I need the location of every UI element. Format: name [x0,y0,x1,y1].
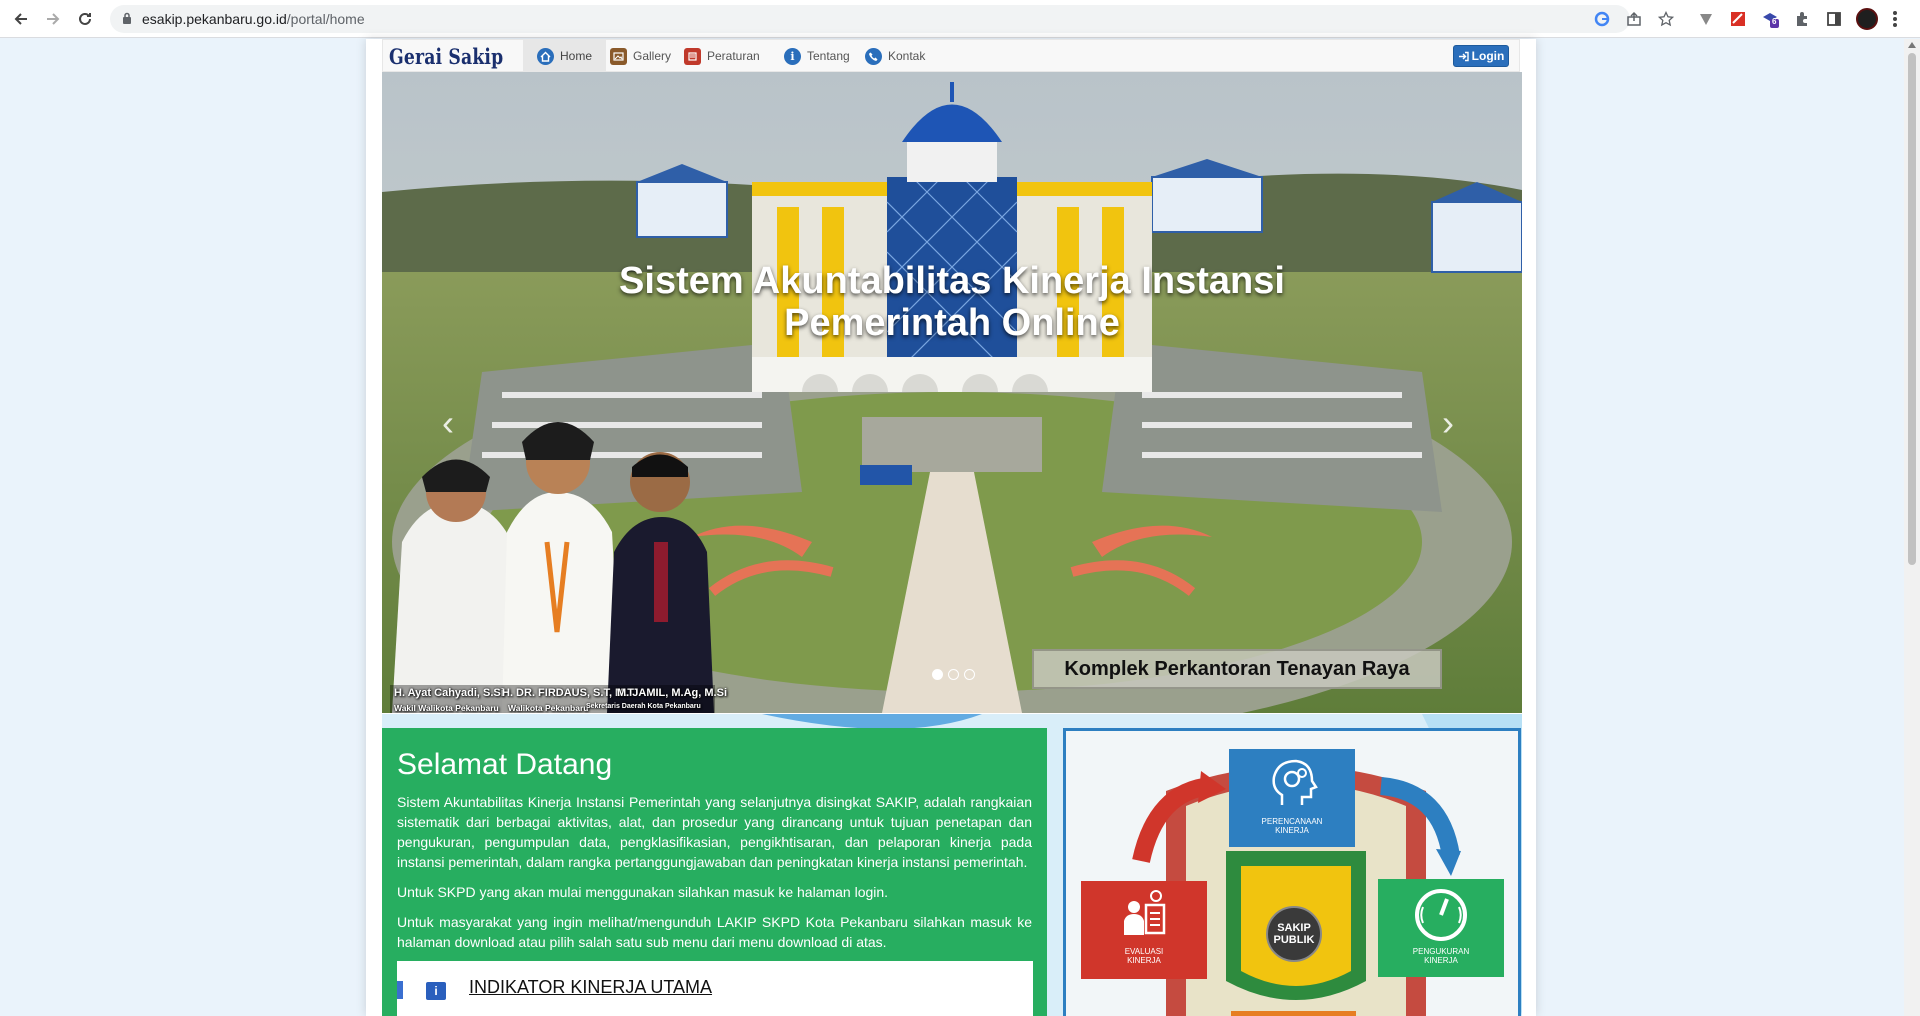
iku-accent-bar [397,981,403,999]
evaluation-icon [1124,890,1166,935]
info-icon: i [784,47,801,65]
officials-photo [392,422,714,713]
url-text: esakip.pekanbaru.go.id/portal/home [142,11,365,27]
gauge-icon [1415,889,1467,941]
carousel-title: Sistem Akuntabilitas Kinerja Instansi Pe… [382,260,1522,344]
carousel-indicator-2[interactable] [948,669,959,680]
planning-label: PERENCANAAN KINERJA [1261,817,1323,835]
nav-home-label: Home [560,49,593,63]
carousel-indicator-1[interactable] [932,669,943,680]
evaluation-label: EVALUASI KINERJA [1124,947,1164,965]
address-bar[interactable]: esakip.pekanbaru.go.id/portal/home [110,5,1674,33]
home-icon [537,47,554,65]
sakip-badge-line1: SAKIP [1277,922,1311,934]
page-container: Gerai Sakip Home Gallery Peraturan i Ten… [366,39,1536,1016]
carousel-title-line1: Sistem Akuntabilitas Kinerja Instansi [619,260,1285,302]
forward-button[interactable] [40,6,66,32]
welcome-paragraph-3: Untuk masyarakat yang ingin melihat/meng… [397,914,1032,950]
extension-red-icon[interactable] [1728,9,1748,29]
official-2-name: H. DR. FIRDAUS, S.T, M.T [502,687,634,699]
nav-peraturan[interactable]: Peraturan [670,40,774,72]
browser-toolbar: esakip.pekanbaru.go.id/portal/home 6 [0,0,1920,38]
welcome-heading: Selamat Datang [397,748,613,781]
measurement-tile[interactable]: PENGUKURAN KINERJA [1378,879,1504,977]
book-icon [684,47,701,65]
login-button[interactable]: Login [1453,45,1509,67]
nav-tentang-label: Tentang [807,49,850,63]
welcome-paragraph-1: Sistem Akuntabilitas Kinerja Instansi Pe… [397,794,1032,870]
sakip-cycle-diagram: PERENCANAAN KINERJA EVALUASI KINERJA PEN… [1063,728,1521,1016]
official-1-role: Wakil Walikota Pekanbaru [394,703,499,713]
login-label: Login [1471,49,1505,63]
reload-button[interactable] [72,6,98,32]
official-3-name: M. JAMIL, M.Ag, M.Si [617,687,727,699]
nav-peraturan-label: Peraturan [707,49,760,63]
measurement-label: PENGUKURAN KINERJA [1412,947,1470,965]
image-icon [610,47,627,65]
nav-home[interactable]: Home [523,40,607,72]
phone-icon [865,47,882,65]
sakip-publik-badge[interactable]: SAKIP PUBLIK [1266,906,1322,962]
sign-in-icon [1458,51,1469,61]
official-2-role: Walikota Pekanbaru [508,703,589,713]
nav-kontak[interactable]: Kontak [851,40,939,72]
url-host: esakip.pekanbaru.go.id [142,11,287,27]
planning-tile[interactable]: PERENCANAAN KINERJA [1229,749,1355,847]
hero-carousel: Sistem Akuntabilitas Kinerja Instansi Pe… [382,72,1522,713]
nav-tentang[interactable]: i Tentang [770,40,864,72]
url-path: /portal/home [286,11,365,27]
bookmark-star-icon[interactable] [1658,11,1674,27]
extension-badge-icon[interactable]: 6 [1760,9,1780,29]
info-icon: i [426,982,446,1000]
scrollbar-thumb[interactable] [1908,53,1916,565]
carousel-indicator-3[interactable] [964,669,975,680]
top-navbar: Gerai Sakip Home Gallery Peraturan i Ten… [382,39,1520,72]
nav-kontak-label: Kontak [888,49,926,63]
google-icon[interactable] [1594,11,1610,27]
brand-logo[interactable]: Gerai Sakip [389,44,503,69]
page-scrollbar[interactable] [1904,39,1920,1016]
extension-badge-count: 6 [1772,17,1777,26]
carousel-caption: Komplek Perkantoran Tenayan Raya [1032,649,1442,689]
puzzle-icon[interactable] [1792,9,1812,29]
carousel-prev-button[interactable]: ‹ [442,402,454,444]
welcome-paragraph-2: Untuk SKPD yang akan mulai menggunakan s… [397,884,889,900]
scroll-up-arrow[interactable] [1908,42,1916,48]
iku-panel: i INDIKATOR KINERJA UTAMA [397,961,1033,1016]
official-1-name: H. Ayat Cahyadi, S.Si [394,687,504,699]
back-button[interactable] [8,6,34,32]
chrome-menu-icon[interactable] [1890,9,1900,29]
profile-avatar[interactable] [1856,8,1878,30]
gear-head-icon [1272,759,1318,805]
evaluation-tile[interactable]: EVALUASI KINERJA [1081,881,1207,979]
nav-gallery-label: Gallery [633,49,672,63]
sakip-badge-line2: PUBLIK [1273,934,1315,946]
carousel-slide-image [382,72,1522,713]
share-icon[interactable] [1626,11,1642,27]
carousel-next-button[interactable]: › [1442,402,1454,444]
arrow-right-icon [47,13,60,25]
side-panel-icon[interactable] [1824,9,1844,29]
reload-icon [79,12,91,25]
carousel-indicators [932,669,975,680]
iku-title-link[interactable]: INDIKATOR KINERJA UTAMA [469,977,712,998]
extension-vpn-icon[interactable] [1696,9,1716,29]
official-3-role: Sekretaris Daerah Kota Pekanbaru [586,703,701,710]
carousel-title-line2: Pemerintah Online [784,302,1120,344]
arrow-left-icon [14,13,27,25]
welcome-panel: Selamat Datang Sistem Akuntabilitas Kine… [382,728,1047,1016]
lock-icon [123,12,131,24]
